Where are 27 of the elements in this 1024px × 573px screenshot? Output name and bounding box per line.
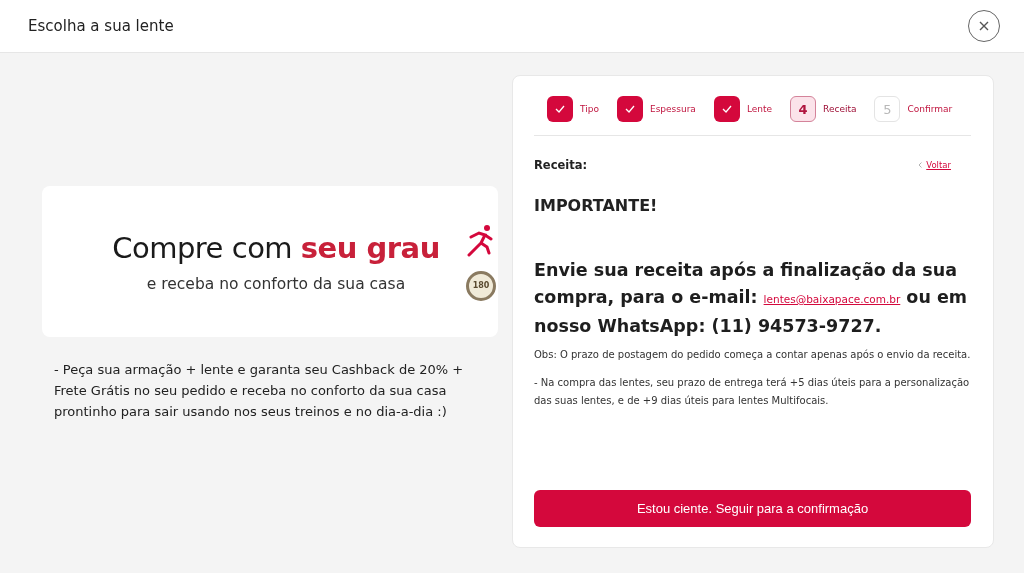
step-label[interactable]: Confirmar <box>907 104 953 114</box>
close-button[interactable] <box>968 10 1000 42</box>
note-text: Obs: O prazo de postagem do pedido começa a contar apenas após o envio da receita. <box>534 348 971 362</box>
confirm-button[interactable]: Estou ciente. Seguir para a confirmação <box>534 490 971 527</box>
runner-icon <box>467 222 495 257</box>
step-number: 5 <box>874 96 901 122</box>
guarantee-seal: 180 <box>466 270 496 301</box>
note-text: - Na compra das lentes, seu prazo de entrega terá +5 dias úteis para a personalização das suas lentes, e de +9 dias úteis para lentes Multifocais. <box>534 376 971 408</box>
chevron-left-icon <box>918 162 923 168</box>
step-label[interactable]: Receita <box>823 104 857 114</box>
step-label[interactable]: Lente <box>746 104 773 114</box>
check-icon <box>555 105 565 113</box>
step-label[interactable]: Tipo <box>580 104 599 114</box>
heading: IMPORTANTE! <box>534 196 659 215</box>
check-icon <box>624 105 635 113</box>
back-link[interactable]: Voltar <box>918 160 951 170</box>
check-icon <box>721 105 732 113</box>
section-label: Receita: <box>534 158 588 172</box>
message-text: Envie sua receita após a finalização da sua compra, para o e-mail: lentes@baixapace.com.br ou em nosso WhatsApp: (11) 94573-9727. <box>534 259 969 338</box>
step-label[interactable]: Espessura <box>649 104 696 114</box>
modal-title: Escolha a sua lente <box>28 17 174 35</box>
promo-text: - Peça sua armação + lente e garanta seu Cashback de 20% + Frete Grátis no seu pedido e receba no conforto da sua casa prontinho para sair usando nos seus treinos e no dia-a-dia :) <box>54 361 465 421</box>
close-icon <box>978 20 990 32</box>
email-link[interactable]: lentes@baixapace.com.br <box>763 293 901 305</box>
banner-subtitle: e receba no conforto da sua casa <box>146 274 406 293</box>
banner-headline: Compre com seu grau <box>112 230 440 265</box>
step-number: 4 <box>790 96 817 122</box>
